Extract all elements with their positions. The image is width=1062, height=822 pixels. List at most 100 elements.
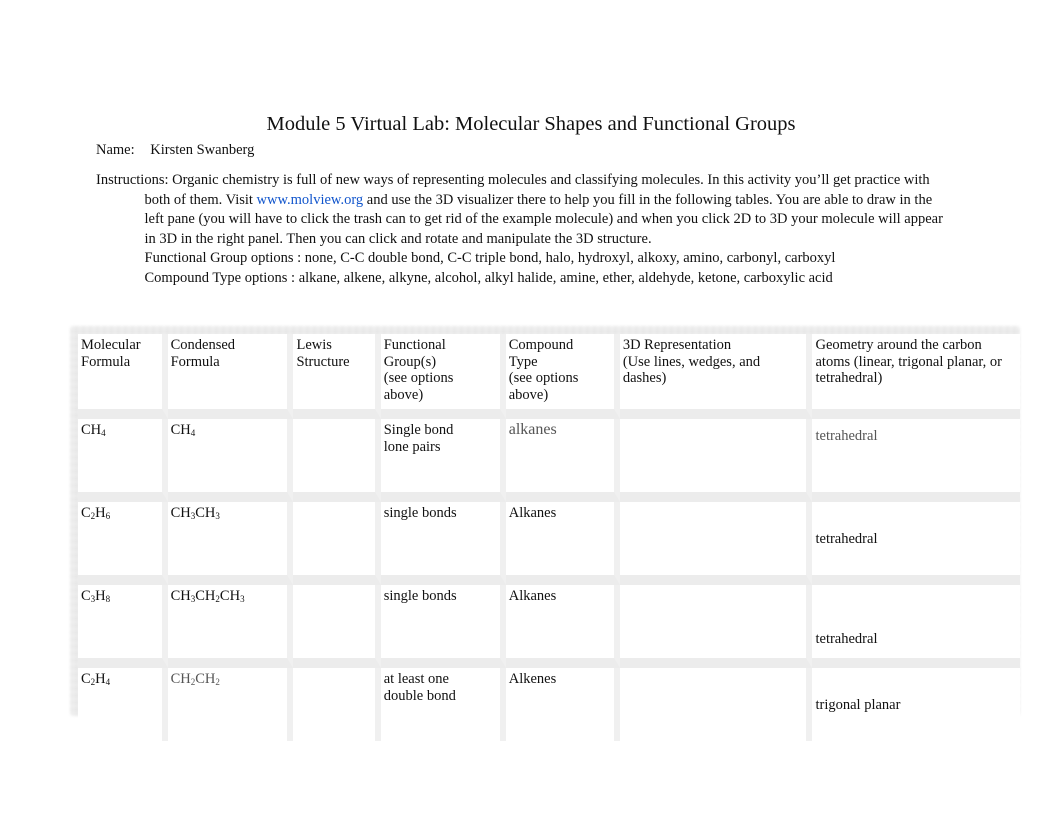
cell-geometry[interactable]: tetrahedral [812, 502, 1020, 585]
formula-subscript: 3 [240, 594, 245, 604]
cell-3d-representation[interactable] [619, 668, 813, 741]
geometry-value: trigonal planar [815, 697, 901, 713]
student-name: Kirsten Swanberg [150, 142, 255, 158]
chemical-formula: CH3CH3 [171, 505, 220, 521]
compound-type-value: Alkanes [508, 505, 557, 521]
cell-functional-group[interactable]: single bonds [380, 585, 506, 668]
name-label: Name: [96, 142, 135, 158]
functional-group-line: single bonds [383, 505, 457, 521]
header-compound-type: Compound Type (see options above) [505, 334, 620, 419]
header-line: above) [383, 386, 424, 403]
table-row: C2H4 CH2CH2 at least one double bond Alkenes… [78, 668, 1020, 741]
cell-lewis-structure[interactable] [293, 502, 381, 585]
table-header-row: Molecular Formula Condensed Formula Lewis S… [78, 334, 1020, 419]
functional-group-line: double bond [383, 687, 456, 704]
cell-3d-representation[interactable] [619, 585, 813, 668]
functional-group-line: Single bond [383, 422, 454, 438]
cell-condensed-formula[interactable]: CH3CH3 [167, 502, 294, 585]
formula-element: H [95, 671, 106, 687]
header-line: atoms (linear, trigonal planar, or [815, 353, 1002, 370]
header-line: above) [508, 386, 549, 403]
formula-element: CH [219, 588, 241, 604]
cell-condensed-formula[interactable]: CH3CH2CH3 [167, 585, 294, 668]
formula-subscript: 2 [215, 677, 220, 687]
formula-subscript: 4 [105, 677, 111, 687]
name-line: Name: Kirsten Swanberg [96, 142, 254, 159]
header-functional-groups: Functional Group(s) (see options above) [380, 334, 506, 419]
functional-group-line: single bonds [383, 588, 457, 604]
header-line: Geometry around the carbon [815, 337, 982, 353]
molecules-table-container: Molecular Formula Condensed Formula Lewis S… [70, 326, 1020, 741]
header-line: tetrahedral) [815, 370, 883, 386]
formula-subscript: 4 [190, 428, 196, 438]
header-line: Formula [81, 353, 131, 370]
header-line: dashes) [622, 370, 667, 386]
chemical-formula: C2H4 [81, 671, 110, 687]
cell-compound-type[interactable]: Alkanes [505, 502, 620, 585]
compound-type-value: Alkenes [508, 671, 557, 687]
header-3d-representation: 3D Representation (Use lines, wedges, and… [619, 334, 813, 419]
cell-molecular-formula[interactable]: CH4 [78, 419, 168, 502]
cell-compound-type[interactable]: Alkenes [505, 668, 620, 741]
functional-group-line: at least one [383, 671, 449, 687]
chemical-formula: C3H8 [81, 588, 110, 604]
cell-compound-type[interactable]: Alkanes [505, 585, 620, 668]
header-line: Condensed [170, 337, 236, 353]
instructions-line: both of them. Visit [144, 191, 253, 208]
formula-element: CH [195, 588, 216, 604]
compound-type-value: Alkanes [508, 588, 557, 604]
formula-element: CH [170, 505, 191, 521]
instructions-line: and use the 3D visualizer there to help … [366, 191, 933, 208]
chemical-formula: CH4 [81, 422, 106, 438]
instructions-line: left pane (you will have to click the tr… [144, 211, 943, 227]
formula-element: CH [81, 422, 102, 438]
cell-lewis-structure[interactable] [293, 668, 381, 741]
cell-3d-representation[interactable] [619, 502, 813, 585]
cell-molecular-formula[interactable]: C2H6 [78, 502, 168, 585]
cell-lewis-structure[interactable] [293, 419, 381, 502]
cell-geometry[interactable]: tetrahedral [812, 419, 1020, 502]
formula-subscript: 6 [105, 511, 111, 521]
cell-condensed-formula[interactable]: CH4 [167, 419, 294, 502]
formula-subscript: 4 [101, 428, 106, 438]
functional-group-line: lone pairs [383, 438, 441, 455]
header-line: (Use lines, wedges, and [622, 353, 761, 370]
cell-molecular-formula[interactable]: C2H4 [78, 668, 168, 741]
instructions-label: Instructions: [96, 172, 169, 188]
header-line: Structure [296, 353, 350, 370]
molecules-table: Molecular Formula Condensed Formula Lewis S… [78, 334, 1020, 741]
header-line: Type [508, 353, 538, 370]
header-line: Group(s) [383, 353, 437, 370]
cell-compound-type[interactable]: alkanes [505, 419, 620, 502]
table-row: CH4 CH4 Single bond lone pairs alkanes tetrah… [78, 419, 1020, 502]
instructions-line: in 3D in the right panel. Then you can c… [144, 230, 652, 247]
header-line: 3D Representation [622, 337, 732, 353]
cell-lewis-structure[interactable] [293, 585, 381, 668]
chemical-formula: CH2CH2 [171, 671, 220, 687]
formula-subscript: 8 [105, 594, 111, 604]
formula-element: CH [195, 505, 216, 521]
cell-functional-group[interactable]: at least one double bond [380, 668, 506, 741]
molview-link[interactable]: www.molview.org [257, 192, 364, 208]
formula-element: H [95, 588, 106, 604]
cell-functional-group[interactable]: single bonds [380, 502, 506, 585]
cell-functional-group[interactable]: Single bond lone pairs [380, 419, 506, 502]
formula-element: C [81, 671, 91, 687]
cell-geometry[interactable]: trigonal planar [812, 668, 1020, 741]
formula-element: C [81, 588, 91, 604]
geometry-value: tetrahedral [815, 531, 878, 547]
compound-type-options: Compound Type options : alkane, alkene, … [144, 269, 833, 286]
cell-condensed-formula[interactable]: CH2CH2 [167, 668, 294, 741]
header-line: Lewis [296, 337, 332, 353]
formula-element: CH [170, 422, 191, 438]
formula-element: CH [170, 671, 191, 687]
formula-element: CH [195, 671, 216, 687]
cell-geometry[interactable]: tetrahedral [812, 585, 1020, 668]
header-line: Compound [508, 337, 574, 353]
cell-3d-representation[interactable] [619, 419, 813, 502]
geometry-value: tetrahedral [815, 428, 878, 444]
formula-element: C [81, 505, 91, 521]
formula-subscript: 3 [215, 511, 220, 521]
cell-molecular-formula[interactable]: C3H8 [78, 585, 168, 668]
chemical-formula: C2H6 [81, 505, 110, 521]
